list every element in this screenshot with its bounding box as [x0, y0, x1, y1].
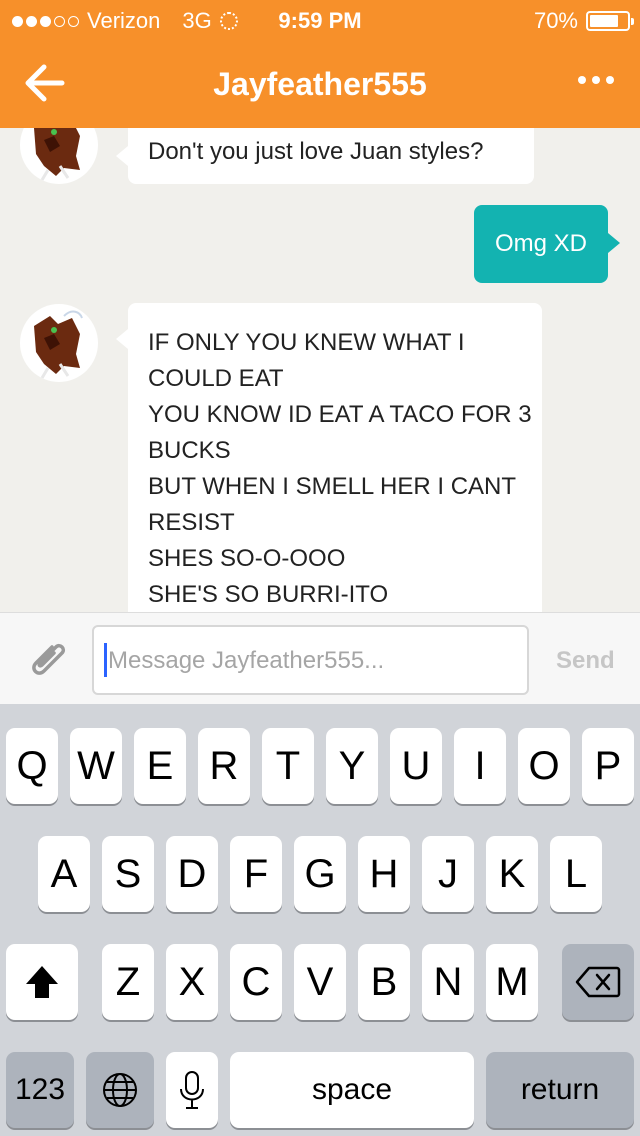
numbers-key[interactable]: 123	[6, 1052, 74, 1128]
key-n[interactable]: N	[422, 944, 474, 1020]
battery-icon	[586, 11, 634, 31]
key-p[interactable]: P	[582, 728, 634, 804]
message-line: IF ONLY YOU KNEW WHAT I	[148, 329, 465, 356]
message-line: YOU KNOW ID EAT A TACO FOR 3	[148, 401, 532, 428]
return-key[interactable]: return	[486, 1052, 634, 1128]
key-v[interactable]: V	[294, 944, 346, 1020]
message-bubble-incoming[interactable]: IF ONLY YOU KNEW WHAT I COULD EAT YOU KN…	[116, 303, 542, 612]
key-k[interactable]: K	[486, 836, 538, 912]
globe-icon	[103, 1073, 137, 1107]
message-list[interactable]: Don't you just love Juan styles? Omg XD …	[0, 128, 640, 612]
shift-arrow-icon	[26, 966, 58, 998]
key-o[interactable]: O	[518, 728, 570, 804]
avatar[interactable]	[20, 304, 98, 382]
message-input[interactable]: Message Jayfeather555...	[92, 625, 529, 695]
key-w[interactable]: W	[70, 728, 122, 804]
key-a[interactable]: A	[38, 836, 90, 912]
key-q[interactable]: Q	[6, 728, 58, 804]
key-e[interactable]: E	[134, 728, 186, 804]
message-line: BUT WHEN I SMELL HER I CANT	[148, 473, 517, 500]
message-bubble-outgoing[interactable]: Omg XD	[474, 205, 620, 283]
key-x[interactable]: X	[166, 944, 218, 1020]
key-m[interactable]: M	[486, 944, 538, 1020]
message-text: Omg XD	[494, 230, 587, 257]
microphone-icon	[180, 1071, 204, 1109]
message-bubble-incoming[interactable]: Don't you just love Juan styles?	[116, 128, 534, 184]
message-line: SHE'S SO BURRI-ITO	[148, 581, 389, 608]
key-c[interactable]: C	[230, 944, 282, 1020]
backspace-icon	[575, 966, 621, 998]
top-bar: Verizon 3G 9:59 PM 70% Jayfeather555	[0, 0, 640, 128]
key-z[interactable]: Z	[102, 944, 154, 1020]
message-line: COULD EAT	[148, 365, 284, 392]
key-t[interactable]: T	[262, 728, 314, 804]
shift-key[interactable]	[6, 944, 78, 1020]
key-j[interactable]: J	[422, 836, 474, 912]
delete-key[interactable]	[562, 944, 634, 1020]
key-g[interactable]: G	[294, 836, 346, 912]
space-key[interactable]: space	[230, 1052, 474, 1128]
key-u[interactable]: U	[390, 728, 442, 804]
avatar[interactable]	[20, 128, 98, 184]
battery-percent: 70%	[533, 8, 578, 33]
message-placeholder: Message Jayfeather555...	[108, 647, 385, 674]
text-caret	[104, 643, 107, 677]
message-text: Don't you just love Juan styles?	[148, 138, 484, 165]
key-b[interactable]: B	[358, 944, 410, 1020]
status-bar: Verizon 3G 9:59 PM 70%	[0, 0, 640, 40]
key-h[interactable]: H	[358, 836, 410, 912]
key-f[interactable]: F	[230, 836, 282, 912]
key-s[interactable]: S	[102, 836, 154, 912]
dictation-key[interactable]	[166, 1052, 218, 1128]
key-l[interactable]: L	[550, 836, 602, 912]
chat-header: Jayfeather555	[0, 40, 640, 128]
key-i[interactable]: I	[454, 728, 506, 804]
key-d[interactable]: D	[166, 836, 218, 912]
message-line: RESIST	[148, 509, 235, 536]
composer-bar: Message Jayfeather555... Send	[0, 612, 640, 704]
paperclip-icon[interactable]	[22, 633, 72, 683]
message-line: BUCKS	[148, 437, 231, 464]
chat-title: Jayfeather555	[213, 66, 427, 102]
key-y[interactable]: Y	[326, 728, 378, 804]
globe-key[interactable]	[86, 1052, 154, 1128]
more-dots-icon[interactable]	[578, 76, 614, 84]
on-screen-keyboard: Q W E R T Y U I O P A S D F G H J K L Z …	[0, 704, 640, 1136]
send-button[interactable]: Send	[556, 647, 615, 675]
key-r[interactable]: R	[198, 728, 250, 804]
message-line: SHES SO-O-OOO	[148, 545, 346, 572]
